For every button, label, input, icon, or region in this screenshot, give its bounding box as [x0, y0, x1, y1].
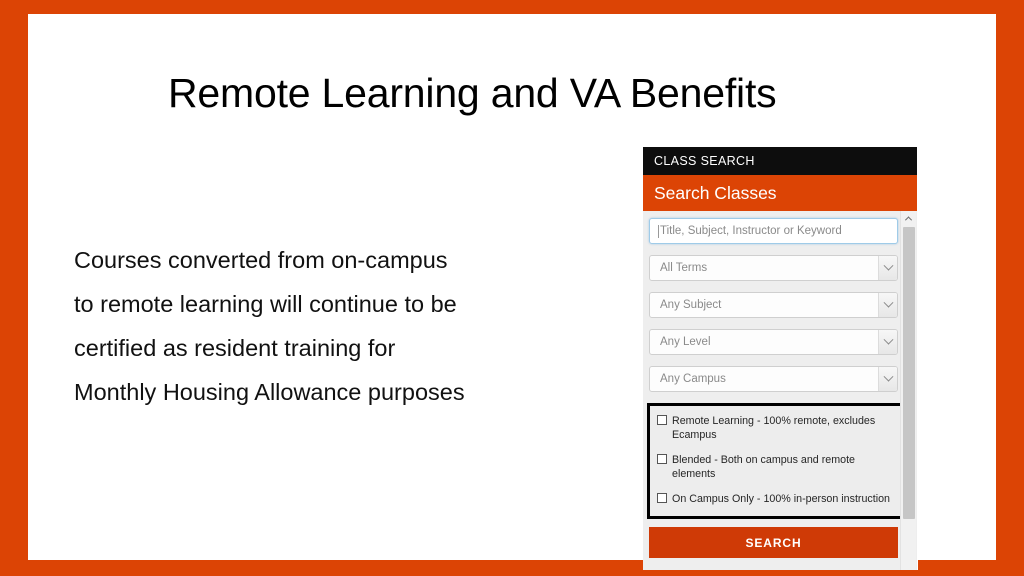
- slide: Remote Learning and VA Benefits Courses …: [0, 0, 1024, 576]
- chevron-down-icon: [878, 330, 897, 354]
- scroll-up-icon[interactable]: [901, 211, 916, 225]
- checkbox-on-campus-only-label: On Campus Only - 100% in-person instruct…: [672, 493, 891, 505]
- chevron-down-icon: [878, 293, 897, 317]
- class-search-topbar: CLASS SEARCH: [643, 147, 917, 175]
- class-search-topbar-label: CLASS SEARCH: [654, 154, 755, 168]
- level-select-value: Any Level: [660, 336, 711, 348]
- checkbox-on-campus-only[interactable]: On Campus Only - 100% in-person instruct…: [657, 492, 899, 506]
- body-line-1: Courses converted from on-campus: [74, 247, 448, 273]
- level-select[interactable]: Any Level: [649, 329, 898, 355]
- subject-select-value: Any Subject: [660, 299, 722, 311]
- scrollbar-thumb[interactable]: [903, 227, 915, 519]
- checkbox-blended[interactable]: Blended - Both on campus and remote elem…: [657, 453, 899, 481]
- body-copy: Courses converted from on-campus to remo…: [74, 238, 604, 414]
- subject-select[interactable]: Any Subject: [649, 292, 898, 318]
- body-line-3: certified as resident training for: [74, 335, 396, 361]
- modality-highlight-box: Remote Learning - 100% remote, excludes …: [647, 403, 908, 519]
- checkbox-icon[interactable]: [657, 415, 667, 425]
- slide-canvas: Remote Learning and VA Benefits Courses …: [28, 14, 996, 570]
- text-caret: [658, 225, 659, 238]
- class-search-form: Title, Subject, Instructor or Keyword Al…: [643, 211, 917, 570]
- checkbox-blended-label: Blended - Both on campus and remote elem…: [672, 454, 855, 480]
- body-line-4: Monthly Housing Allowance purposes: [74, 379, 465, 405]
- class-search-widget: CLASS SEARCH Search Classes Title, Subje…: [643, 147, 918, 570]
- search-button[interactable]: SEARCH: [649, 527, 898, 558]
- keyword-search-input[interactable]: Title, Subject, Instructor or Keyword: [649, 218, 898, 244]
- keyword-search-placeholder: Title, Subject, Instructor or Keyword: [660, 225, 842, 237]
- search-classes-title: Search Classes: [654, 182, 777, 203]
- body-line-2: to remote learning will continue to be: [74, 291, 457, 317]
- term-select-value: All Terms: [660, 262, 708, 274]
- chevron-down-icon: [878, 256, 897, 280]
- page-title: Remote Learning and VA Benefits: [168, 70, 777, 116]
- checkbox-remote-learning-label: Remote Learning - 100% remote, excludes …: [672, 415, 876, 441]
- campus-select-value: Any Campus: [660, 373, 726, 385]
- form-scrollbar[interactable]: [900, 211, 916, 570]
- chevron-down-icon: [878, 367, 897, 391]
- checkbox-remote-learning[interactable]: Remote Learning - 100% remote, excludes …: [657, 414, 899, 442]
- checkbox-icon[interactable]: [657, 493, 667, 503]
- term-select[interactable]: All Terms: [649, 255, 898, 281]
- campus-select[interactable]: Any Campus: [649, 366, 898, 392]
- search-classes-header: Search Classes: [643, 175, 917, 211]
- checkbox-icon[interactable]: [657, 454, 667, 464]
